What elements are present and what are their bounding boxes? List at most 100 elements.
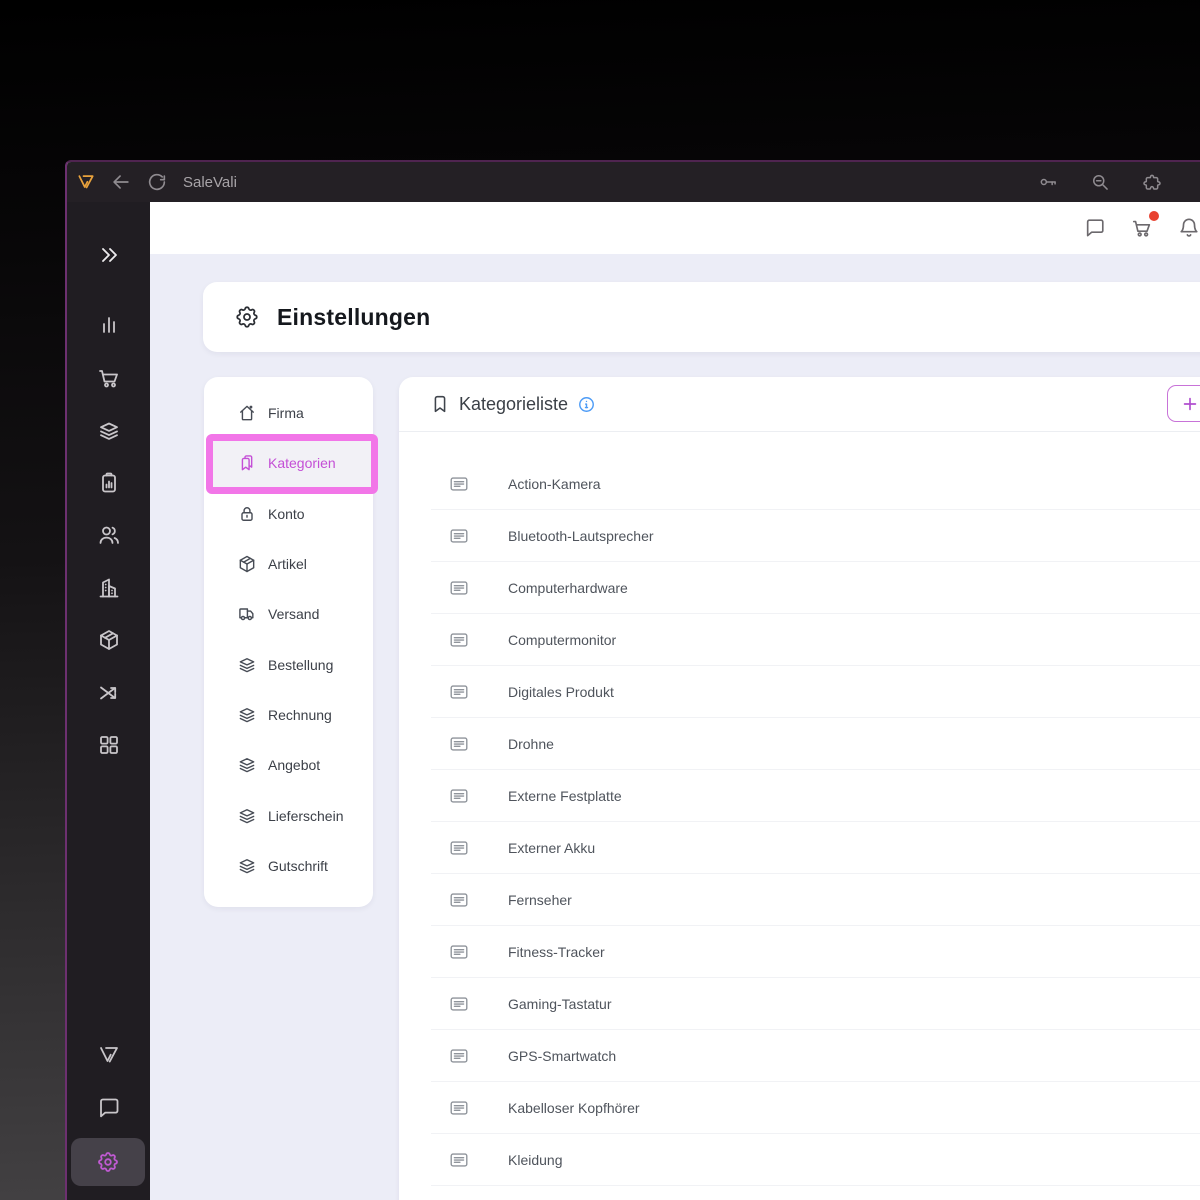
note-icon <box>448 733 470 755</box>
add-category-button[interactable] <box>1167 385 1200 422</box>
note-icon <box>448 577 470 599</box>
back-arrow-icon[interactable] <box>110 171 132 193</box>
category-rows: Action-Kamera Bluetooth-Lautsprecher Com… <box>399 432 1200 1200</box>
category-name: GPS-Smartwatch <box>508 1047 617 1064</box>
sidebar-item-sales[interactable] <box>67 366 150 390</box>
menu-item-label: Firma <box>268 405 304 422</box>
sidebar-item-transfers[interactable] <box>67 681 150 705</box>
category-row[interactable]: Bluetooth-Lautsprecher <box>431 510 1200 562</box>
app-sidebar <box>67 202 150 1200</box>
category-name: Externer Akku <box>508 839 596 856</box>
note-icon <box>448 1045 470 1067</box>
cart-notification-badge <box>1149 211 1159 221</box>
stack-icon <box>237 856 257 876</box>
settings-menu-item-versand[interactable]: Versand <box>204 589 373 639</box>
sidebar-item-brand[interactable] <box>67 1043 150 1067</box>
category-name: Kabelloser Kopfhörer <box>508 1099 640 1116</box>
category-row[interactable]: GPS-Smartwatch <box>431 1030 1200 1082</box>
sidebar-item-customers[interactable] <box>67 523 150 547</box>
note-icon <box>448 785 470 807</box>
sidebar-expand-button[interactable] <box>67 243 150 267</box>
settings-menu-item-angebot[interactable]: Angebot <box>204 740 373 790</box>
cart-button[interactable] <box>1131 211 1159 239</box>
key-icon[interactable] <box>1038 172 1058 192</box>
cart-icon <box>97 366 121 390</box>
note-icon <box>448 681 470 703</box>
category-row[interactable]: Externer Akku <box>431 822 1200 874</box>
note-icon <box>448 473 470 495</box>
sidebar-item-products[interactable] <box>67 628 150 652</box>
window-title: SaleVali <box>183 173 237 191</box>
stack-icon <box>237 755 257 775</box>
page-title: Einstellungen <box>277 303 431 330</box>
category-row[interactable]: Digitales Produkt <box>431 666 1200 718</box>
category-row[interactable]: Computermonitor <box>431 614 1200 666</box>
note-icon <box>448 941 470 963</box>
category-row[interactable]: Fernseher <box>431 874 1200 926</box>
settings-page: Einstellungen Firma Kategorien Konto Art… <box>150 254 1200 1200</box>
chat-button[interactable] <box>1084 217 1106 239</box>
sidebar-item-reports[interactable] <box>67 471 150 495</box>
note-icon <box>448 525 470 547</box>
home-icon <box>237 403 257 423</box>
chat-icon <box>97 1096 121 1120</box>
settings-menu-item-artikel[interactable]: Artikel <box>204 539 373 589</box>
cart-icon <box>1131 217 1153 239</box>
menu-item-label: Artikel <box>268 556 307 573</box>
building-icon <box>97 576 121 600</box>
category-name: Externe Festplatte <box>508 787 622 804</box>
category-list-header: Kategorieliste <box>399 377 1200 432</box>
note-icon <box>448 837 470 859</box>
package-icon <box>237 554 257 574</box>
category-row[interactable]: Kleidung <box>431 1134 1200 1186</box>
note-icon <box>448 629 470 651</box>
sidebar-item-statistics[interactable] <box>67 313 150 337</box>
category-name: Computerhardware <box>508 579 628 596</box>
category-row[interactable]: Action-Kamera <box>431 458 1200 510</box>
brand-v-icon <box>97 1043 121 1067</box>
zoom-out-icon[interactable] <box>1090 172 1110 192</box>
settings-menu-item-lieferschein[interactable]: Lieferschein <box>204 790 373 840</box>
category-name: Digitales Produkt <box>508 683 614 700</box>
sidebar-item-settings-active[interactable] <box>71 1138 145 1186</box>
menu-item-label: Kategorien <box>268 455 336 472</box>
menu-item-label: Angebot <box>268 757 321 774</box>
category-row[interactable]: Computerhardware <box>431 562 1200 614</box>
package-icon <box>97 628 121 652</box>
category-name: Computermonitor <box>508 631 617 648</box>
sidebar-item-company[interactable] <box>67 576 150 600</box>
sidebar-item-feedback[interactable] <box>67 1096 150 1120</box>
extension-puzzle-icon[interactable] <box>1142 172 1162 192</box>
settings-menu-item-kategorien[interactable]: Kategorien <box>204 438 373 488</box>
note-icon <box>448 1097 470 1119</box>
category-row[interactable]: Kabelloser Kopfhörer <box>431 1082 1200 1134</box>
settings-menu-item-gutschrift[interactable]: Gutschrift <box>204 841 373 891</box>
lock-icon <box>237 504 257 524</box>
grid-icon <box>97 733 121 757</box>
settings-menu-item-konto[interactable]: Konto <box>204 489 373 539</box>
stack-icon <box>237 655 257 675</box>
menu-item-label: Rechnung <box>268 706 332 723</box>
category-name: Kleidung <box>508 1151 563 1168</box>
settings-menu-item-bestellung[interactable]: Bestellung <box>204 639 373 689</box>
category-row[interactable]: Fitness-Tracker <box>431 926 1200 978</box>
category-name: Fitness-Tracker <box>508 943 605 960</box>
info-icon[interactable] <box>577 395 596 414</box>
settings-menu-item-firma[interactable]: Firma <box>204 388 373 438</box>
refresh-icon[interactable] <box>146 171 168 193</box>
settings-menu-item-rechnung[interactable]: Rechnung <box>204 690 373 740</box>
sidebar-item-stock[interactable] <box>67 419 150 443</box>
category-row[interactable]: Externe Festplatte <box>431 770 1200 822</box>
note-icon <box>448 993 470 1015</box>
menu-item-label: Konto <box>268 505 305 522</box>
truck-icon <box>237 604 257 624</box>
category-list-title: Kategorieliste <box>459 393 569 414</box>
category-row[interactable]: Drohne <box>431 718 1200 770</box>
category-row[interactable]: Gaming-Tastatur <box>431 978 1200 1030</box>
chat-icon <box>1084 217 1106 239</box>
category-name: Drohne <box>508 735 554 752</box>
sidebar-item-apps[interactable] <box>67 733 150 757</box>
notifications-button[interactable] <box>1178 217 1200 239</box>
category-name: Fernseher <box>508 891 572 908</box>
page-header-card: Einstellungen <box>203 282 1200 352</box>
